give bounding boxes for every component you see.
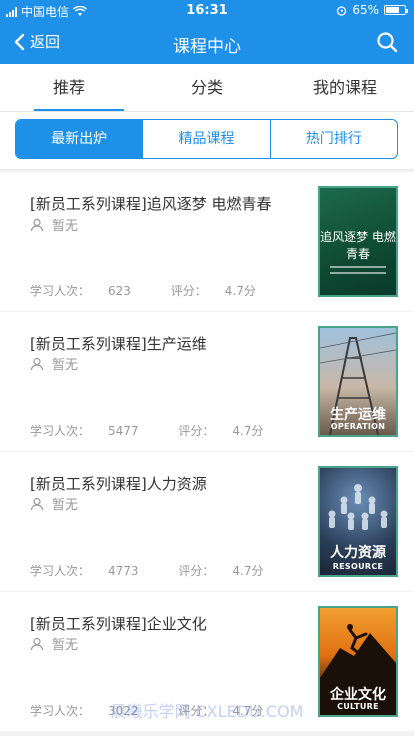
user-icon (30, 497, 44, 510)
search-icon[interactable] (376, 31, 398, 53)
learners-count: 623 (108, 284, 131, 298)
learners-label: 学习人次： (30, 564, 91, 578)
thumb-text: 追风逐梦 电燃青春 (320, 230, 396, 261)
author-name: 暂无 (52, 498, 79, 513)
page-title: 课程中心 (173, 37, 241, 57)
course-title: [新员工系列课程]人力资源 (30, 475, 207, 493)
learners-label: 学习人次： (30, 424, 91, 438)
rating-label: 评分： (170, 284, 207, 298)
user-icon (30, 637, 44, 650)
nav-bar: 返回 课程中心 (0, 22, 414, 64)
user-icon (30, 357, 44, 370)
app-header: 中国电信 16:31 65% 返回 课程中心 (0, 0, 414, 64)
watermark: 晨曦乐学网 CXLEDU.COM (110, 702, 304, 721)
course-author: 暂无 (30, 634, 78, 653)
tab-recommend[interactable]: 推荐 (0, 64, 138, 111)
thumb-subtitle: OPERATION (330, 422, 386, 431)
rating-label: 评分： (178, 564, 215, 578)
learners-label: 学习人次： (30, 284, 91, 298)
segment-latest[interactable]: 最新出炉 (16, 120, 143, 158)
course-title: [新员工系列课程]企业文化 (30, 615, 207, 633)
course-thumbnail[interactable]: 生产运维 OPERATION (318, 326, 398, 437)
tab-my-courses[interactable]: 我的课程 (276, 64, 414, 111)
segment-featured[interactable]: 精品课程 (142, 120, 269, 158)
segment-popular[interactable]: 热门排行 (269, 120, 397, 158)
learners-count: 4773 (108, 564, 139, 578)
course-card[interactable]: [新员工系列课程]人力资源 暂无 学习人次： 4773 评分： 4.7分 人力资… (0, 452, 414, 591)
thumb-subtitle: RESOURCE (332, 562, 384, 571)
course-list: [新员工系列课程]追风逐梦 电燃青春 暂无 学习人次： 623 评分： 4.7分 追… (0, 172, 414, 732)
tab-category[interactable]: 分类 (138, 64, 276, 111)
alarm-icon (337, 5, 347, 16)
course-meta: 学习人次： 5477 评分： 4.7分 (30, 422, 300, 439)
battery-percent: 65% (352, 3, 379, 17)
course-thumbnail[interactable]: 人力资源 RESOURCE (318, 466, 398, 577)
course-card[interactable]: [新员工系列课程]生产运维 暂无 学习人次： 5477 评分： 4.7分 生产运维 … (0, 312, 414, 451)
thumb-text: 人力资源 (330, 545, 386, 561)
course-title: [新员工系列课程]生产运维 (30, 335, 207, 353)
rating-value: 4.7分 (232, 564, 264, 578)
course-meta: 学习人次： 623 评分： 4.7分 (30, 282, 292, 299)
rating-value: 4.7分 (232, 424, 264, 438)
status-bar: 中国电信 16:31 65% (0, 0, 414, 22)
thumb-text: 生产运维 (330, 407, 386, 423)
author-name: 暂无 (52, 358, 79, 373)
user-icon (30, 218, 44, 231)
rating-label: 评分： (178, 424, 215, 438)
course-author: 暂无 (30, 354, 78, 373)
course-title: [新员工系列课程]追风逐梦 电燃青春 (30, 195, 272, 213)
main-tabs: 推荐 分类 我的课程 (0, 64, 414, 112)
author-name: 暂无 (52, 638, 79, 653)
learners-count: 5477 (108, 424, 139, 438)
course-author: 暂无 (30, 215, 78, 234)
segment-bar: 最新出炉 精品课程 热门排行 (0, 112, 414, 170)
course-thumbnail[interactable]: 追风逐梦 电燃青春 (318, 186, 398, 297)
course-card[interactable]: [新员工系列课程]追风逐梦 电燃青春 暂无 学习人次： 623 评分： 4.7分 追… (0, 172, 414, 311)
author-name: 暂无 (52, 219, 79, 234)
rating-value: 4.7分 (224, 284, 256, 298)
battery-icon (384, 5, 408, 15)
course-meta: 学习人次： 4773 评分： 4.7分 (30, 562, 300, 579)
course-author: 暂无 (30, 494, 78, 513)
segmented-control: 最新出炉 精品课程 热门排行 (15, 119, 398, 159)
